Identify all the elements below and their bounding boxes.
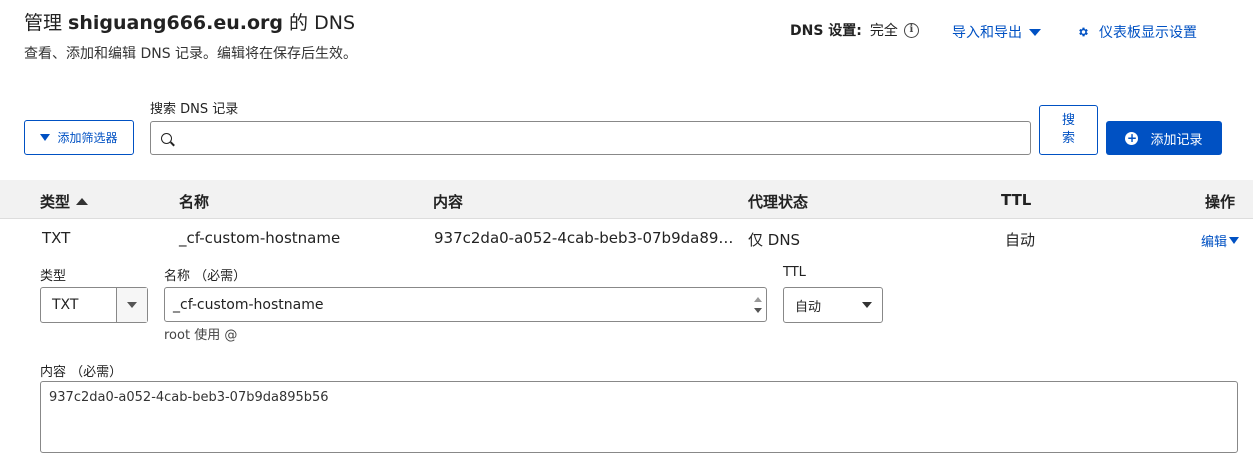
column-header-proxy: 代理状态 — [748, 193, 809, 211]
column-header-name: 名称 — [179, 193, 210, 211]
title-suffix: 的 DNS — [283, 12, 355, 34]
name-field-value: _cf-custom-hostname — [173, 296, 324, 313]
page-title: 管理 shiguang666.eu.org 的 DNS — [24, 8, 355, 35]
add-record-label: 添加记录 — [1150, 132, 1203, 148]
chevron-down-icon — [1229, 237, 1240, 244]
name-field-scroll[interactable] — [750, 288, 766, 321]
page-subtitle: 查看、添加和编辑 DNS 记录。编辑将在保存后生效。 — [24, 46, 358, 62]
table-header: 类型 名称 内容 代理状态 TTL 操作 — [0, 180, 1253, 219]
search-icon — [161, 132, 172, 144]
search-label: 搜索 DNS 记录 — [150, 102, 239, 117]
import-export-label: 导入和导出 — [952, 25, 1022, 41]
row-type: TXT — [42, 229, 71, 247]
ttl-select[interactable]: 自动 — [783, 287, 883, 323]
row-ttl: 自动 — [1005, 231, 1036, 249]
type-dropdown-toggle[interactable] — [116, 288, 147, 322]
name-helper-text: root 使用 @ — [164, 328, 238, 343]
edit-record-button[interactable]: 编辑 — [1201, 231, 1240, 250]
domain-name: shiguang666.eu.org — [68, 12, 284, 34]
info-icon[interactable]: i — [903, 22, 919, 38]
ttl-label: TTL — [783, 265, 806, 280]
chevron-down-icon — [127, 302, 137, 308]
column-header-actions: 操作 — [1205, 193, 1236, 211]
search-box[interactable] — [150, 121, 1031, 155]
dns-setting-label: DNS 设置: — [790, 23, 862, 39]
content-textarea[interactable]: 937c2da0-a052-4cab-beb3-07b9da895b56 — [40, 381, 1238, 453]
name-field[interactable]: _cf-custom-hostname — [164, 287, 767, 322]
chevron-down-icon — [862, 302, 872, 308]
column-type-label: 类型 — [40, 193, 71, 211]
type-label: 类型 — [40, 269, 67, 284]
type-select[interactable]: TXT — [40, 287, 148, 323]
search-button[interactable]: 搜索 — [1039, 105, 1098, 155]
name-label: 名称 （必需） — [164, 269, 247, 284]
dashboard-settings-label: 仪表板显示设置 — [1099, 25, 1197, 41]
row-proxy-status: 仅 DNS — [748, 231, 801, 249]
column-header-content: 内容 — [433, 193, 464, 211]
title-prefix: 管理 — [24, 12, 69, 34]
import-export-link[interactable]: 导入和导出 — [952, 22, 1041, 42]
edit-label: 编辑 — [1201, 235, 1228, 250]
scroll-down-icon — [754, 307, 762, 313]
add-filter-button[interactable]: 添加筛选器 — [24, 120, 134, 155]
gear-icon — [1079, 27, 1088, 37]
column-header-type[interactable]: 类型 — [40, 191, 89, 212]
add-filter-label: 添加筛选器 — [57, 131, 118, 145]
type-select-value: TXT — [52, 297, 79, 313]
plus-circle-icon: + — [1125, 130, 1139, 145]
content-label: 内容 （必需） — [40, 365, 123, 380]
row-content: 937c2da0-a052-4cab-beb3-07b9da89… — [434, 229, 734, 247]
ttl-select-value: 自动 — [795, 299, 822, 315]
dns-setting-value: 完全 — [869, 23, 898, 39]
search-input[interactable] — [180, 130, 1030, 146]
scroll-up-icon — [754, 296, 762, 302]
column-header-ttl: TTL — [1001, 191, 1032, 209]
chevron-down-icon — [1029, 28, 1041, 36]
add-record-button[interactable]: + 添加记录 — [1106, 121, 1222, 155]
row-name: _cf-custom-hostname — [179, 229, 341, 247]
dns-setting-status: DNS 设置: 完全 i — [790, 20, 919, 40]
filter-icon — [40, 134, 51, 141]
sort-ascending-icon — [76, 198, 89, 205]
dashboard-settings-link[interactable]: 仪表板显示设置 — [1077, 22, 1197, 42]
